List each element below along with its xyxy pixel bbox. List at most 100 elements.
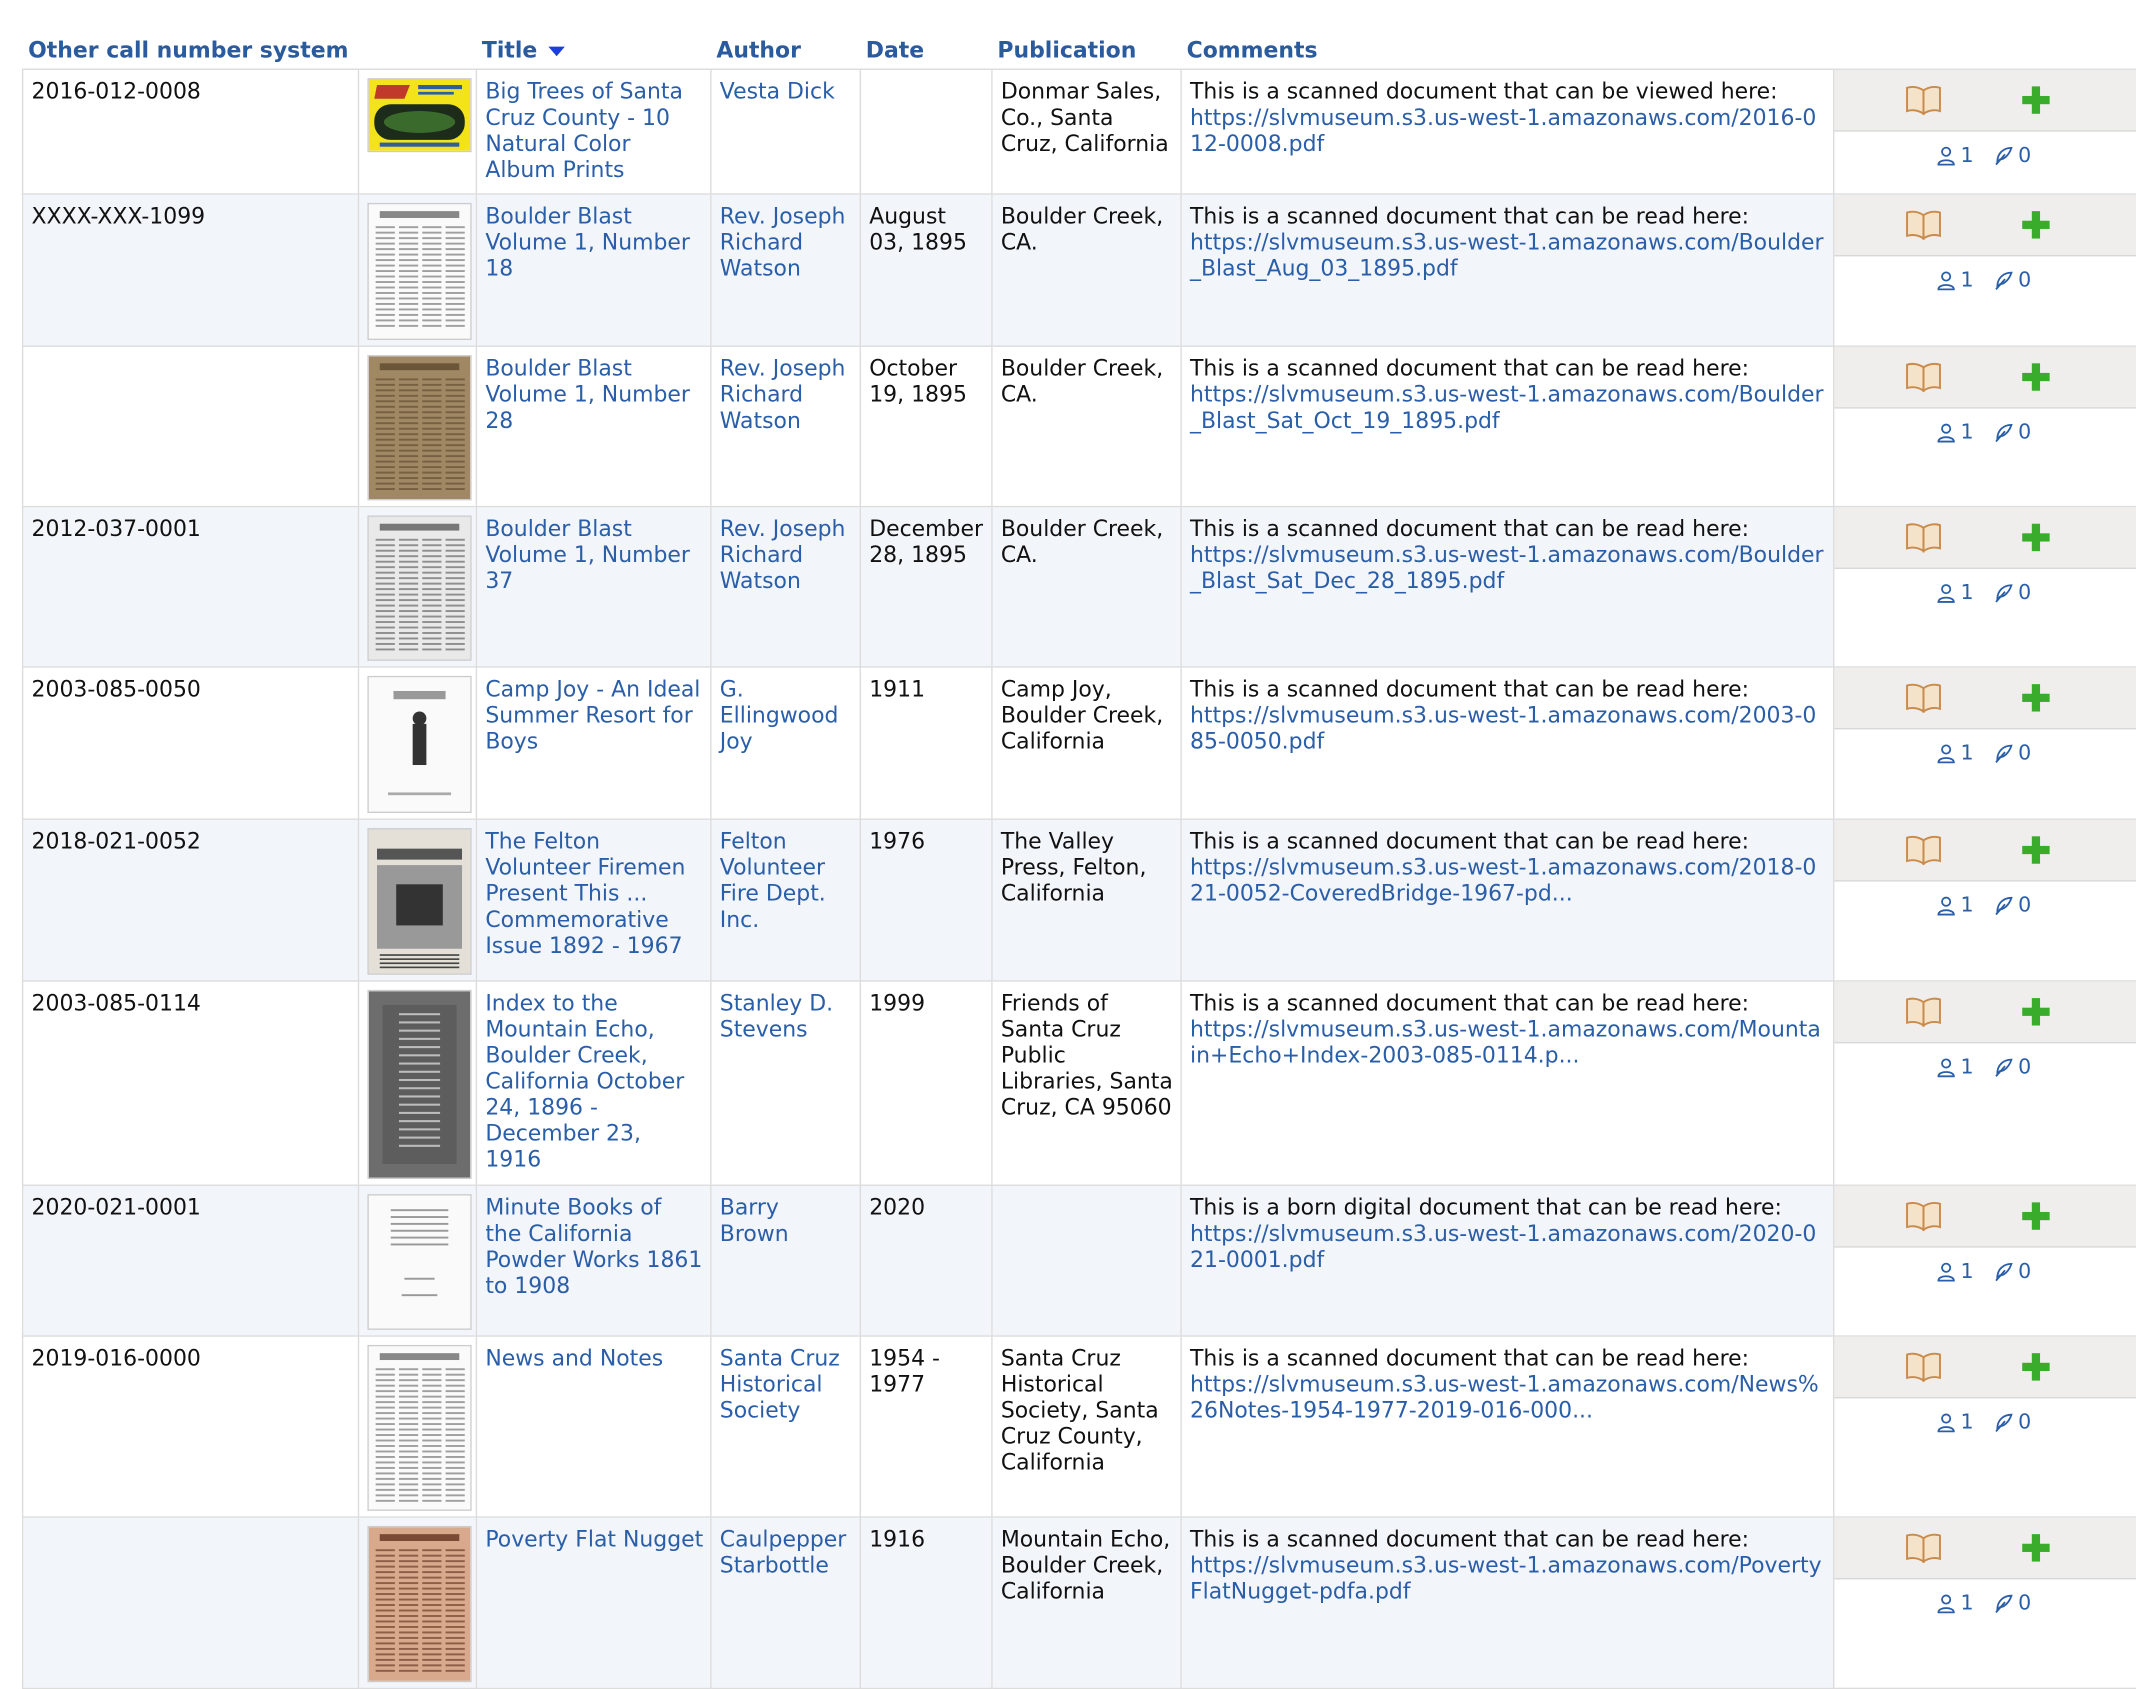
sort-desc-icon[interactable] <box>548 46 565 57</box>
user-count[interactable]: 1 <box>1936 1054 1974 1080</box>
thumbnail-cell[interactable] <box>357 818 478 982</box>
thumbnail-image[interactable] <box>367 515 472 661</box>
note-count-value[interactable]: 0 <box>2018 267 2031 293</box>
note-count[interactable]: 0 <box>1993 1409 2031 1435</box>
comment-url-link[interactable]: https://slvmuseum.s3.us-west-1.amazonaws… <box>1190 229 1824 281</box>
thumbnail-cell[interactable] <box>357 68 478 195</box>
open-book-icon[interactable] <box>1906 210 1942 240</box>
title-link[interactable]: Minute Books of the California Powder Wo… <box>485 1194 702 1298</box>
plus-icon[interactable] <box>2022 1202 2050 1230</box>
plus-icon[interactable] <box>2022 836 2050 864</box>
open-book-icon[interactable] <box>1906 835 1942 866</box>
note-count[interactable]: 0 <box>1993 580 2031 606</box>
thumbnail-cell[interactable] <box>357 505 478 668</box>
note-count[interactable]: 0 <box>1993 1054 2031 1080</box>
column-header-date[interactable]: Date <box>860 30 992 69</box>
note-count-value[interactable]: 0 <box>2018 740 2031 766</box>
comment-url-link[interactable]: https://slvmuseum.s3.us-west-1.amazonaws… <box>1190 542 1824 594</box>
note-count[interactable]: 0 <box>1993 1590 2031 1616</box>
author-link[interactable]: Santa Cruz Historical Society <box>720 1345 840 1423</box>
thumbnail-image[interactable] <box>367 675 472 814</box>
thumbnail-cell[interactable] <box>357 345 478 508</box>
thumbnail-image[interactable] <box>367 1194 472 1330</box>
thumbnail-image[interactable] <box>367 989 472 1180</box>
open-book-icon[interactable] <box>1906 522 1942 553</box>
open-book-icon[interactable] <box>1906 997 1942 1027</box>
author-link[interactable]: Stanley D. Stevens <box>720 990 833 1042</box>
user-count[interactable]: 1 <box>1936 580 1974 606</box>
user-count-value[interactable]: 1 <box>1961 420 1974 446</box>
thumbnail-image[interactable] <box>367 828 472 975</box>
user-count[interactable]: 1 <box>1936 1590 1974 1616</box>
title-link[interactable]: Boulder Blast Volume 1, Number 18 <box>485 203 690 281</box>
thumbnail-cell[interactable] <box>357 1184 478 1337</box>
note-count-value[interactable]: 0 <box>2018 420 2031 446</box>
thumbnail-image[interactable] <box>367 202 472 341</box>
comment-url-link[interactable]: https://slvmuseum.s3.us-west-1.amazonaws… <box>1190 702 1816 754</box>
note-count[interactable]: 0 <box>1993 143 2031 169</box>
comment-url-link[interactable]: https://slvmuseum.s3.us-west-1.amazonaws… <box>1190 854 1816 906</box>
title-link[interactable]: The Felton Volunteer Firemen Present Thi… <box>485 828 685 958</box>
open-book-icon[interactable] <box>1906 683 1942 713</box>
note-count[interactable]: 0 <box>1993 740 2031 766</box>
comment-url-link[interactable]: https://slvmuseum.s3.us-west-1.amazonaws… <box>1190 381 1824 433</box>
user-count-value[interactable]: 1 <box>1961 740 1974 766</box>
column-header-author[interactable]: Author <box>711 30 860 69</box>
user-count-value[interactable]: 1 <box>1961 267 1974 293</box>
plus-icon[interactable] <box>2022 1353 2050 1381</box>
note-count[interactable]: 0 <box>1993 267 2031 293</box>
open-book-icon[interactable] <box>1906 1201 1942 1232</box>
user-count-value[interactable]: 1 <box>1961 143 1974 169</box>
user-count[interactable]: 1 <box>1936 893 1974 919</box>
plus-icon[interactable] <box>2022 211 2050 239</box>
note-count-value[interactable]: 0 <box>2018 1259 2031 1285</box>
title-link[interactable]: Big Trees of Santa Cruz County - 10 Natu… <box>485 78 683 182</box>
user-count[interactable]: 1 <box>1936 420 1974 446</box>
title-link[interactable]: Boulder Blast Volume 1, Number 28 <box>485 355 690 433</box>
author-link[interactable]: Felton Volunteer Fire Dept. Inc. <box>720 828 826 932</box>
note-count-value[interactable]: 0 <box>2018 893 2031 919</box>
thumbnail-cell[interactable] <box>357 193 478 347</box>
plus-icon[interactable] <box>2022 998 2050 1026</box>
thumbnail-image[interactable] <box>367 1344 472 1511</box>
thumbnail-cell[interactable] <box>357 1335 478 1518</box>
user-count[interactable]: 1 <box>1936 1409 1974 1435</box>
comment-url-link[interactable]: https://slvmuseum.s3.us-west-1.amazonaws… <box>1190 104 1816 156</box>
user-count[interactable]: 1 <box>1936 1259 1974 1285</box>
thumbnail-cell[interactable] <box>357 980 478 1186</box>
note-count-value[interactable]: 0 <box>2018 580 2031 606</box>
author-link[interactable]: Barry Brown <box>720 1194 789 1246</box>
author-link[interactable]: Rev. Joseph Richard Watson <box>720 515 846 593</box>
author-link[interactable]: Vesta Dick <box>720 78 835 104</box>
user-count-value[interactable]: 1 <box>1961 1259 1974 1285</box>
comment-url-link[interactable]: https://slvmuseum.s3.us-west-1.amazonaws… <box>1190 1552 1822 1604</box>
author-link[interactable]: G. Ellingwood Joy <box>720 676 839 754</box>
note-count[interactable]: 0 <box>1993 893 2031 919</box>
thumbnail-image[interactable] <box>367 355 472 501</box>
thumbnail-image[interactable] <box>367 1525 472 1683</box>
thumbnail-cell[interactable] <box>357 666 478 820</box>
user-count-value[interactable]: 1 <box>1961 1054 1974 1080</box>
column-header-publication[interactable]: Publication <box>992 30 1181 69</box>
comment-url-link[interactable]: https://slvmuseum.s3.us-west-1.amazonaws… <box>1190 1220 1816 1272</box>
plus-icon[interactable] <box>2022 86 2050 114</box>
note-count[interactable]: 0 <box>1993 1259 2031 1285</box>
plus-icon[interactable] <box>2022 363 2050 391</box>
user-count[interactable]: 1 <box>1936 267 1974 293</box>
open-book-icon[interactable] <box>1906 1352 1942 1382</box>
title-link[interactable]: Camp Joy - An Ideal Summer Resort for Bo… <box>485 676 700 754</box>
note-count-value[interactable]: 0 <box>2018 1590 2031 1616</box>
note-count-value[interactable]: 0 <box>2018 143 2031 169</box>
open-book-icon[interactable] <box>1906 85 1942 116</box>
user-count-value[interactable]: 1 <box>1961 1409 1974 1435</box>
column-header-title[interactable]: Title <box>476 30 710 69</box>
title-link[interactable]: Boulder Blast Volume 1, Number 37 <box>485 515 690 593</box>
user-count-value[interactable]: 1 <box>1961 1590 1974 1616</box>
author-link[interactable]: Rev. Joseph Richard Watson <box>720 203 846 281</box>
title-link[interactable]: Index to the Mountain Echo, Boulder Cree… <box>485 990 684 1172</box>
author-link[interactable]: Rev. Joseph Richard Watson <box>720 355 846 433</box>
user-count[interactable]: 1 <box>1936 740 1974 766</box>
thumbnail-cell[interactable] <box>357 1516 478 1689</box>
title-link[interactable]: Poverty Flat Nugget <box>485 1526 703 1552</box>
user-count-value[interactable]: 1 <box>1961 580 1974 606</box>
